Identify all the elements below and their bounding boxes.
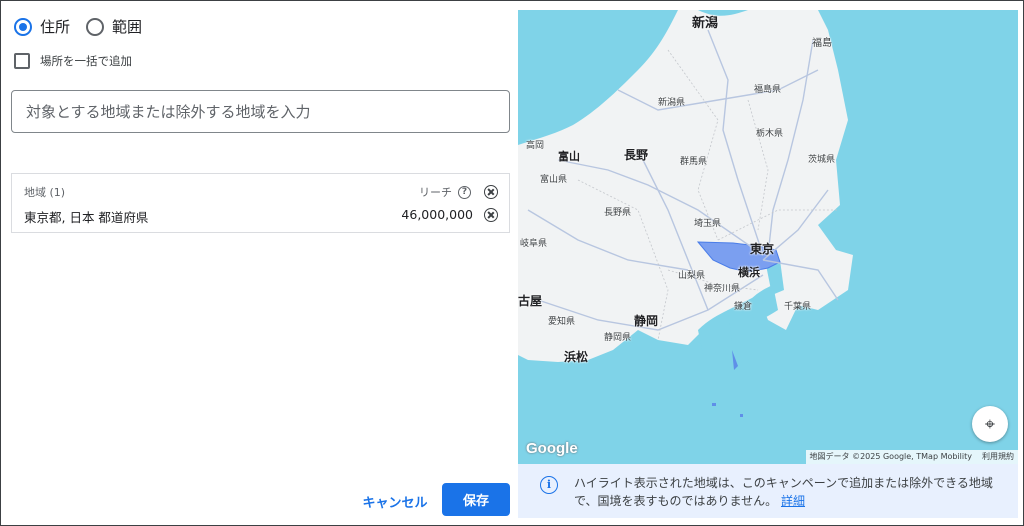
- selected-locations-table: 地域 (1) リーチ ? 東京都, 日本 都道府県 46,000,000: [11, 173, 510, 233]
- location-name: 東京都, 日本 都道府県: [24, 210, 149, 225]
- map-label-toyama: 富山: [558, 150, 580, 163]
- island-2: [712, 403, 716, 406]
- radio-address-label[interactable]: 住所: [40, 16, 70, 37]
- map-label-gunma-pref: 群馬県: [680, 157, 708, 167]
- map-canvas: [518, 10, 853, 417]
- locations-header: 地域 (1): [24, 186, 66, 199]
- map-label-toyama-pref: 富山県: [540, 175, 568, 185]
- map-label-nagano-pref: 長野県: [604, 208, 632, 218]
- map-label-niigata: 新潟: [692, 16, 719, 31]
- reach-header: リーチ ?: [419, 184, 471, 200]
- map-label-tochigi-pref: 栃木県: [756, 129, 784, 139]
- info-text: ハイライト表示された地域は、このキャンペーンで追加または除外できる地域で、国境を…: [574, 474, 1006, 510]
- map-label-nagano: 長野: [624, 148, 649, 162]
- map-label-aichi-pref: 愛知県: [548, 317, 576, 327]
- location-panel: 住所 範囲 場所を一括で追加 地域 (1) リーチ ? 東京都, 日本 都道府県…: [0, 0, 516, 526]
- details-link[interactable]: 詳細: [781, 494, 805, 508]
- bulk-add-label[interactable]: 場所を一括で追加: [40, 53, 132, 69]
- recenter-button[interactable]: ⌖: [972, 406, 1008, 442]
- remove-all-icon[interactable]: [484, 185, 498, 199]
- map-label-kamakura: 鎌倉: [734, 302, 753, 312]
- map-label-yokohama: 横浜: [738, 266, 760, 279]
- info-banner: i ハイライト表示された地域は、このキャンペーンで追加または除外できる地域で、国…: [518, 464, 1018, 518]
- map-label-yamanashi-pref: 山梨県: [678, 271, 706, 281]
- terms-link[interactable]: 利用規約: [982, 450, 1014, 464]
- map-label-ibaraki-pref: 茨城県: [808, 155, 836, 165]
- save-button[interactable]: 保存: [442, 483, 510, 516]
- location-reach: 46,000,000: [401, 207, 473, 222]
- radio-radius-label[interactable]: 範囲: [112, 16, 142, 37]
- google-logo: Google: [526, 440, 578, 457]
- radio-radius[interactable]: [86, 17, 105, 36]
- map-label-niigata-pref: 新潟県: [658, 98, 686, 108]
- bulk-add-checkbox[interactable]: [14, 53, 30, 69]
- recenter-icon: ⌖: [984, 413, 996, 435]
- map-label-fukushima-pref: 福島県: [754, 85, 782, 95]
- location-search-input[interactable]: [11, 90, 510, 133]
- map-label-gifu-pref: 岐阜県: [520, 239, 548, 249]
- remove-location-icon[interactable]: [484, 208, 498, 222]
- reach-label: リーチ: [419, 186, 452, 199]
- cancel-button[interactable]: キャンセル: [355, 486, 435, 516]
- map-label-fukushima: 福島: [812, 38, 832, 49]
- map-label-kanagawa-pref: 神奈川県: [704, 284, 741, 294]
- info-icon: i: [540, 476, 558, 494]
- bulk-add-row: 場所を一括で追加: [14, 53, 132, 69]
- map-label-shizuoka: 静岡: [634, 314, 659, 328]
- map-attribution: 地図データ ©2025 Google, TMap Mobility 利用規約: [805, 450, 1018, 464]
- help-icon[interactable]: ?: [458, 185, 471, 199]
- map-label-hamamatsu: 浜松: [564, 350, 589, 364]
- island-1: [732, 350, 738, 370]
- map-label-chiba-pref: 千葉県: [784, 302, 812, 312]
- attribution-text: 地図データ ©2025 Google, TMap Mobility: [809, 452, 972, 461]
- map-label-nagoya: 古屋: [518, 294, 543, 308]
- map-label-kanazawa: 高岡: [526, 141, 545, 151]
- map-view[interactable]: 新潟 福島 新潟県 福島県 高岡 富山 富山県 長野 群馬県 栃木県 茨城県 長…: [518, 10, 1018, 464]
- island-3: [740, 414, 743, 417]
- targeting-type-radios: 住所 範囲: [14, 16, 158, 37]
- map-label-saitama-pref: 埼玉県: [694, 219, 722, 229]
- map-label-tokyo: 東京: [750, 242, 775, 256]
- map-label-shizuoka-pref: 静岡県: [604, 333, 632, 343]
- radio-address[interactable]: [14, 17, 32, 36]
